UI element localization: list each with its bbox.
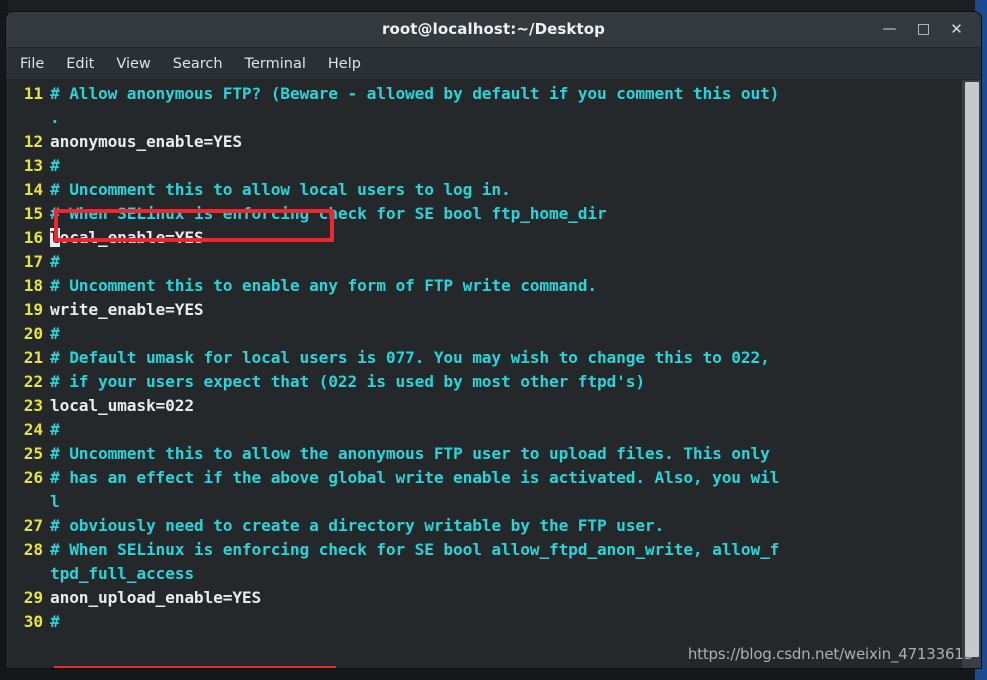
line-text: # (50, 156, 60, 175)
line-number: 26 (23, 468, 43, 487)
line-number: 19 (23, 300, 43, 319)
editor-line: 28 # When SELinux is enforcing check for … (6, 538, 961, 562)
maximize-icon[interactable]: □ (913, 19, 934, 40)
line-number: 18 (23, 276, 43, 295)
editor-line: 13 # (6, 154, 961, 178)
text-cursor: l (50, 228, 60, 247)
editor-line: 29 anon_upload_enable=YES (6, 586, 961, 610)
menu-item-search[interactable]: Search (173, 56, 223, 72)
line-number: 13 (23, 156, 43, 175)
line-number: 21 (23, 348, 43, 367)
line-text: # (50, 612, 60, 631)
editor-line: 30 # (6, 610, 961, 634)
line-number: . (6, 490, 50, 514)
menu-item-terminal[interactable]: Terminal (245, 56, 306, 72)
line-text: write_enable=YES (50, 300, 204, 319)
editor-line: 26 # has an effect if the above global wr… (6, 466, 961, 490)
editor-line: .l (6, 490, 961, 514)
line-number: 12 (23, 132, 43, 151)
window-title: root@localhost:~/Desktop (381, 20, 606, 38)
editor-line: 12 anonymous_enable=YES (6, 130, 961, 154)
vertical-scrollbar[interactable] (962, 80, 981, 668)
editor-line: 15 # When SELinux is enforcing check for … (6, 202, 961, 226)
line-number: . (6, 562, 50, 586)
line-text: anonymous_enable=YES (50, 132, 242, 151)
line-number: 30 (23, 612, 43, 631)
line-number: 17 (23, 252, 43, 271)
line-text: # if your users expect that (022 is used… (50, 372, 645, 391)
editor-line: 22 # if your users expect that (022 is us… (6, 370, 961, 394)
line-number: 25 (23, 444, 43, 463)
line-text: # (50, 324, 60, 343)
line-number: 11 (23, 84, 43, 103)
line-text: anon_upload_enable=YES (50, 588, 262, 607)
editor-line: 11 # Allow anonymous FTP? (Beware - allow… (6, 82, 961, 106)
line-text: # (50, 420, 60, 439)
close-icon[interactable]: ✕ (946, 19, 967, 40)
line-text: # When SELinux is enforcing check for SE… (50, 204, 607, 223)
line-text: # When SELinux is enforcing check for SE… (50, 540, 780, 559)
editor-text-area[interactable]: 11 # Allow anonymous FTP? (Beware - allow… (6, 80, 961, 668)
line-text: ocal_enable=YES (59, 228, 204, 247)
editor-line: 16 local_enable=YES (6, 226, 961, 250)
editor-line: 17 # (6, 250, 961, 274)
terminal-viewport[interactable]: 11 # Allow anonymous FTP? (Beware - allow… (6, 80, 981, 668)
editor-line: .. (6, 106, 961, 130)
line-number: 22 (23, 372, 43, 391)
scrollbar-thumb[interactable] (965, 82, 979, 657)
editor-line: 25 # Uncomment this to allow the anonymou… (6, 442, 961, 466)
line-number: 20 (23, 324, 43, 343)
line-text: # Allow anonymous FTP? (Beware - allowed… (50, 84, 780, 103)
line-text: # has an effect if the above global writ… (50, 468, 780, 487)
editor-line: 14 # Uncomment this to allow local users … (6, 178, 961, 202)
line-text: # (50, 252, 60, 271)
line-number: 24 (23, 420, 43, 439)
line-text: # Uncomment this to enable any form of F… (50, 276, 597, 295)
menu-item-edit[interactable]: Edit (66, 56, 94, 72)
line-text: . (50, 108, 60, 127)
window-titlebar[interactable]: root@localhost:~/Desktop — □ ✕ (6, 12, 981, 48)
watermark-url: https://blog.csdn.net/weixin_47133613 (687, 645, 973, 663)
line-text: # obviously need to create a directory w… (50, 516, 665, 535)
line-number: 14 (23, 180, 43, 199)
editor-mode-indicator: -- INSERT -- (8, 667, 125, 668)
line-text: local_umask=022 (50, 396, 194, 415)
editor-line: 18 # Uncomment this to enable any form of… (6, 274, 961, 298)
line-number: 27 (23, 516, 43, 535)
line-text: tpd_full_access (50, 564, 194, 583)
line-text: # Uncomment this to allow local users to… (50, 180, 511, 199)
line-number: . (6, 106, 50, 130)
line-text: # Default umask for local users is 077. … (50, 348, 770, 367)
editor-line: 21 # Default umask for local users is 077… (6, 346, 961, 370)
editor-line: .tpd_full_access (6, 562, 961, 586)
line-text: # Uncomment this to allow the anonymous … (50, 444, 770, 463)
line-number: 15 (23, 204, 43, 223)
menu-item-view[interactable]: View (116, 56, 150, 72)
menu-bar: File Edit View Search Terminal Help (6, 48, 981, 80)
line-text: l (50, 492, 60, 511)
editor-line: 20 # (6, 322, 961, 346)
editor-line: 24 # (6, 418, 961, 442)
menu-item-file[interactable]: File (20, 56, 44, 72)
line-number: 23 (23, 396, 43, 415)
line-number: 28 (23, 540, 43, 559)
menu-item-help[interactable]: Help (328, 56, 361, 72)
editor-line: 23 local_umask=022 (6, 394, 961, 418)
editor-line: 19 write_enable=YES (6, 298, 961, 322)
line-number: 16 (23, 228, 43, 247)
terminal-window: root@localhost:~/Desktop — □ ✕ File Edit… (6, 12, 981, 668)
editor-line: 27 # obviously need to create a directory… (6, 514, 961, 538)
line-number: 29 (23, 588, 43, 607)
minimize-icon[interactable]: — (879, 19, 900, 40)
